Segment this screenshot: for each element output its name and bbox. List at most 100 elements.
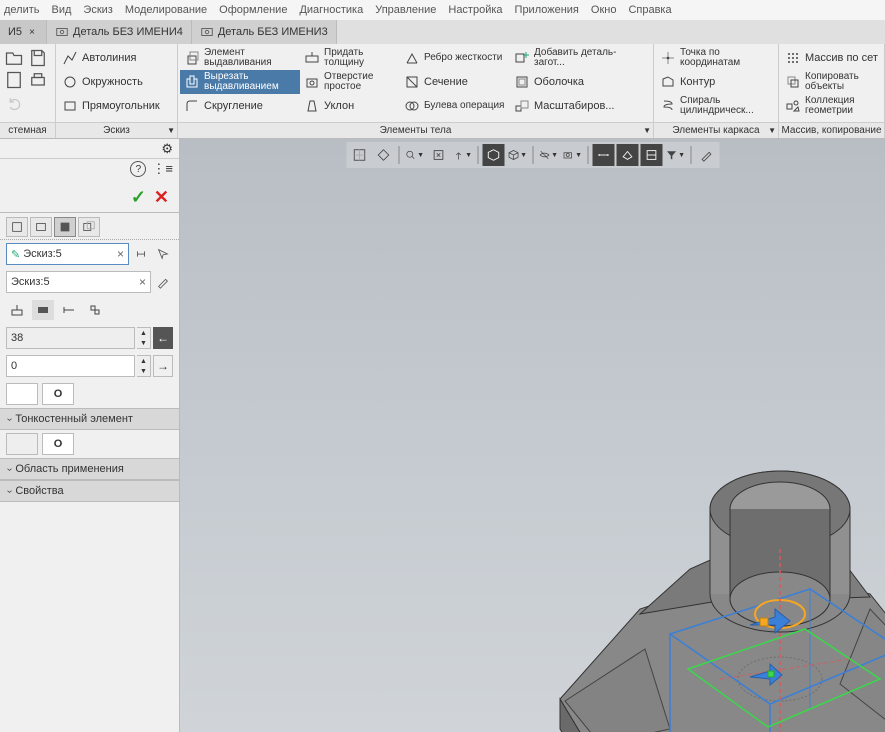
menu-item[interactable]: Приложения bbox=[515, 4, 579, 16]
sketch-field[interactable]: ✎ Эскиз:5 × bbox=[6, 243, 129, 265]
link-icon[interactable] bbox=[131, 243, 151, 265]
sketch-field-2[interactable]: Эскиз:5 × bbox=[6, 271, 151, 293]
menu-item[interactable]: Эскиз bbox=[83, 4, 112, 16]
save-icon[interactable] bbox=[28, 48, 48, 68]
panel-tab[interactable] bbox=[78, 217, 100, 237]
dir-icon[interactable] bbox=[6, 300, 28, 320]
label: Придать толщину bbox=[324, 48, 396, 68]
shell-button[interactable]: Оболочка bbox=[510, 70, 630, 94]
dir-icon[interactable] bbox=[32, 300, 54, 320]
scale-button[interactable]: Масштабиров... bbox=[510, 94, 630, 118]
vp-axis-icon[interactable]: ▼ bbox=[451, 144, 473, 166]
menu-item[interactable]: Моделирование bbox=[125, 4, 207, 16]
print-icon[interactable] bbox=[28, 70, 48, 90]
new-icon[interactable] bbox=[4, 70, 24, 90]
vp-plane-icon[interactable] bbox=[616, 144, 638, 166]
add-body-button[interactable]: Добавить деталь-загот... bbox=[510, 46, 630, 70]
tab-label: Деталь БЕЗ ИМЕНИ4 bbox=[73, 26, 183, 38]
edit-icon[interactable] bbox=[153, 271, 173, 293]
circle-button[interactable]: Окружность bbox=[58, 70, 175, 94]
property-panel: ⚙ ? ⋮≡ ✓ ✕ ✎ Эскиз:5 × Эскиз bbox=[0, 139, 180, 732]
viewport[interactable]: ▼ ▼ ▼ ▼ ▼ ▼ bbox=[180, 139, 885, 732]
toggle-option[interactable]: O bbox=[42, 433, 74, 455]
label: Оболочка bbox=[534, 76, 584, 88]
menu-item[interactable]: Настройка bbox=[448, 4, 502, 16]
extrude-button[interactable]: Элемент выдавливания bbox=[180, 46, 300, 70]
panel-tab[interactable] bbox=[30, 217, 52, 237]
rib-button[interactable]: Ребро жесткости bbox=[400, 46, 510, 70]
toggle-option[interactable]: O bbox=[42, 383, 74, 405]
hole-icon bbox=[304, 74, 320, 90]
open-icon[interactable] bbox=[4, 48, 24, 68]
section-thin[interactable]: Тонкостенный элемент bbox=[0, 408, 179, 430]
list-icon[interactable]: ⋮≡ bbox=[152, 161, 173, 181]
clear-icon[interactable]: × bbox=[139, 275, 146, 289]
section-button[interactable]: Сечение bbox=[400, 70, 510, 94]
spinner[interactable]: ▲▼ bbox=[137, 355, 151, 377]
vp-edit-icon[interactable] bbox=[695, 144, 717, 166]
contour-button[interactable]: Контур bbox=[656, 70, 776, 94]
menu-item[interactable]: Вид bbox=[52, 4, 72, 16]
extrude-icon bbox=[184, 50, 200, 66]
point-button[interactable]: Точка по координатам bbox=[656, 46, 776, 70]
spinner[interactable]: ▲▼ bbox=[137, 327, 151, 349]
angle-field[interactable]: 0 bbox=[6, 355, 135, 377]
section-props[interactable]: Свойства bbox=[0, 480, 179, 502]
panel-tab[interactable] bbox=[6, 217, 28, 237]
boolean-icon bbox=[404, 98, 420, 114]
menu-item[interactable]: Управление bbox=[375, 4, 436, 16]
fillet-button[interactable]: Скругление bbox=[180, 94, 300, 118]
menu-item[interactable]: Справка bbox=[628, 4, 671, 16]
gear-icon[interactable]: ⚙ bbox=[161, 141, 173, 157]
cut-extrude-button[interactable]: Вырезать выдавливанием bbox=[180, 70, 300, 94]
distance-field[interactable]: 38 bbox=[6, 327, 135, 349]
spiral-button[interactable]: Спираль цилиндрическ... bbox=[656, 94, 776, 118]
collection-button[interactable]: Коллекция геометрии bbox=[781, 94, 882, 118]
menu-item[interactable]: Оформление bbox=[219, 4, 287, 16]
tab[interactable]: И5 × bbox=[0, 20, 47, 44]
dir-icon[interactable] bbox=[84, 300, 106, 320]
vp-zoom-icon[interactable]: ▼ bbox=[403, 144, 425, 166]
thickness-button[interactable]: Придать толщину bbox=[300, 46, 400, 70]
menu-item[interactable]: делить bbox=[4, 4, 40, 16]
toggle-option[interactable] bbox=[6, 433, 38, 455]
rectangle-button[interactable]: Прямоугольник bbox=[58, 94, 175, 118]
vp-section-icon[interactable] bbox=[640, 144, 662, 166]
vp-camera-icon[interactable]: ▼ bbox=[561, 144, 583, 166]
panel-tab[interactable] bbox=[54, 217, 76, 237]
menu-item[interactable]: Диагностика bbox=[299, 4, 363, 16]
direction-left-button[interactable]: ← bbox=[153, 327, 173, 349]
vp-shade-icon[interactable] bbox=[482, 144, 504, 166]
select-icon[interactable] bbox=[153, 243, 173, 265]
copy-button[interactable]: Копировать объекты bbox=[781, 70, 882, 94]
confirm-button[interactable]: ✓ bbox=[131, 187, 146, 208]
part-icon bbox=[55, 25, 69, 39]
toggle-option[interactable] bbox=[6, 383, 38, 405]
draft-button[interactable]: Уклон bbox=[300, 94, 400, 118]
section-scope[interactable]: Область применения bbox=[0, 458, 179, 480]
label: Копировать объекты bbox=[805, 72, 878, 92]
vp-filter-icon[interactable]: ▼ bbox=[664, 144, 686, 166]
vp-orient-icon[interactable] bbox=[372, 144, 394, 166]
vp-grid-icon[interactable] bbox=[348, 144, 370, 166]
clear-icon[interactable]: × bbox=[117, 247, 124, 261]
menu-item[interactable]: Окно bbox=[591, 4, 617, 16]
tab[interactable]: Деталь БЕЗ ИМЕНИ4 bbox=[47, 20, 192, 44]
hole-button[interactable]: Отверстие простое bbox=[300, 70, 400, 94]
undo-icon[interactable] bbox=[4, 92, 24, 112]
autoline-button[interactable]: Автолиния bbox=[58, 46, 175, 70]
pencil-icon: ✎ bbox=[11, 248, 20, 261]
dir-icon[interactable] bbox=[58, 300, 80, 320]
help-icon[interactable]: ? bbox=[130, 161, 146, 177]
vp-fit-icon[interactable] bbox=[427, 144, 449, 166]
vp-measure-icon[interactable] bbox=[592, 144, 614, 166]
cancel-button[interactable]: ✕ bbox=[154, 187, 169, 208]
tab-close-icon[interactable]: × bbox=[26, 26, 38, 38]
circle-icon bbox=[62, 74, 78, 90]
vp-hide-icon[interactable]: ▼ bbox=[537, 144, 559, 166]
direction-right-button[interactable]: → bbox=[153, 355, 173, 377]
boolean-button[interactable]: Булева операция bbox=[400, 94, 510, 118]
grid-array-button[interactable]: Массив по сет bbox=[781, 46, 882, 70]
tab[interactable]: Деталь БЕЗ ИМЕНИ3 bbox=[192, 20, 337, 44]
vp-wireframe-icon[interactable]: ▼ bbox=[506, 144, 528, 166]
